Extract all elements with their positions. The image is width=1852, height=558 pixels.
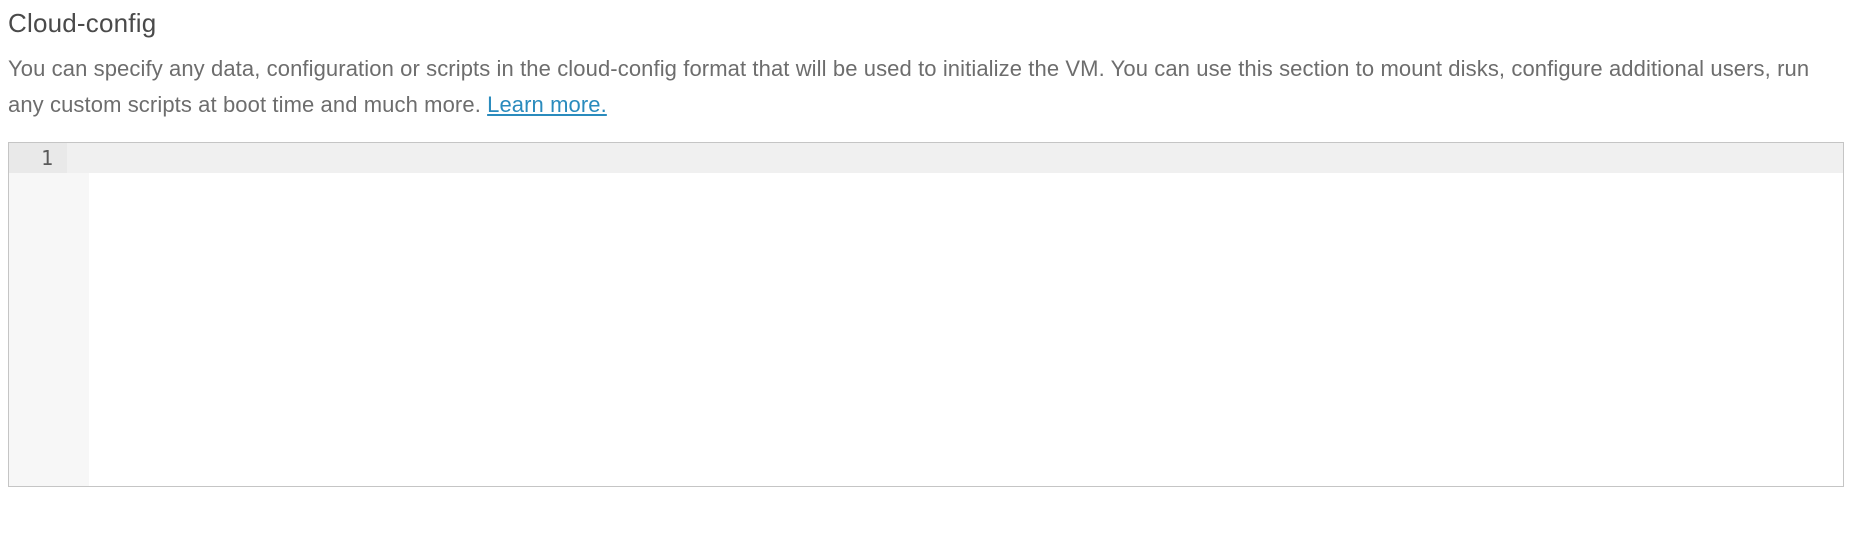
cloud-config-section: Cloud-config You can specify any data, c… <box>8 8 1844 487</box>
editor-line-1: 1 <box>9 143 1843 173</box>
line-number: 1 <box>9 143 67 173</box>
gutter-spacer <box>67 143 89 173</box>
editor-body[interactable] <box>9 173 1843 486</box>
section-description: You can specify any data, configuration … <box>8 51 1844 124</box>
cloud-config-editor[interactable]: 1 <box>8 142 1844 487</box>
code-textarea[interactable] <box>89 173 1843 486</box>
description-text: You can specify any data, configuration … <box>8 56 1809 117</box>
section-title: Cloud-config <box>8 8 1844 39</box>
code-line-content[interactable] <box>89 143 1843 173</box>
editor-gutter <box>9 173 89 486</box>
learn-more-link[interactable]: Learn more. <box>487 92 607 117</box>
